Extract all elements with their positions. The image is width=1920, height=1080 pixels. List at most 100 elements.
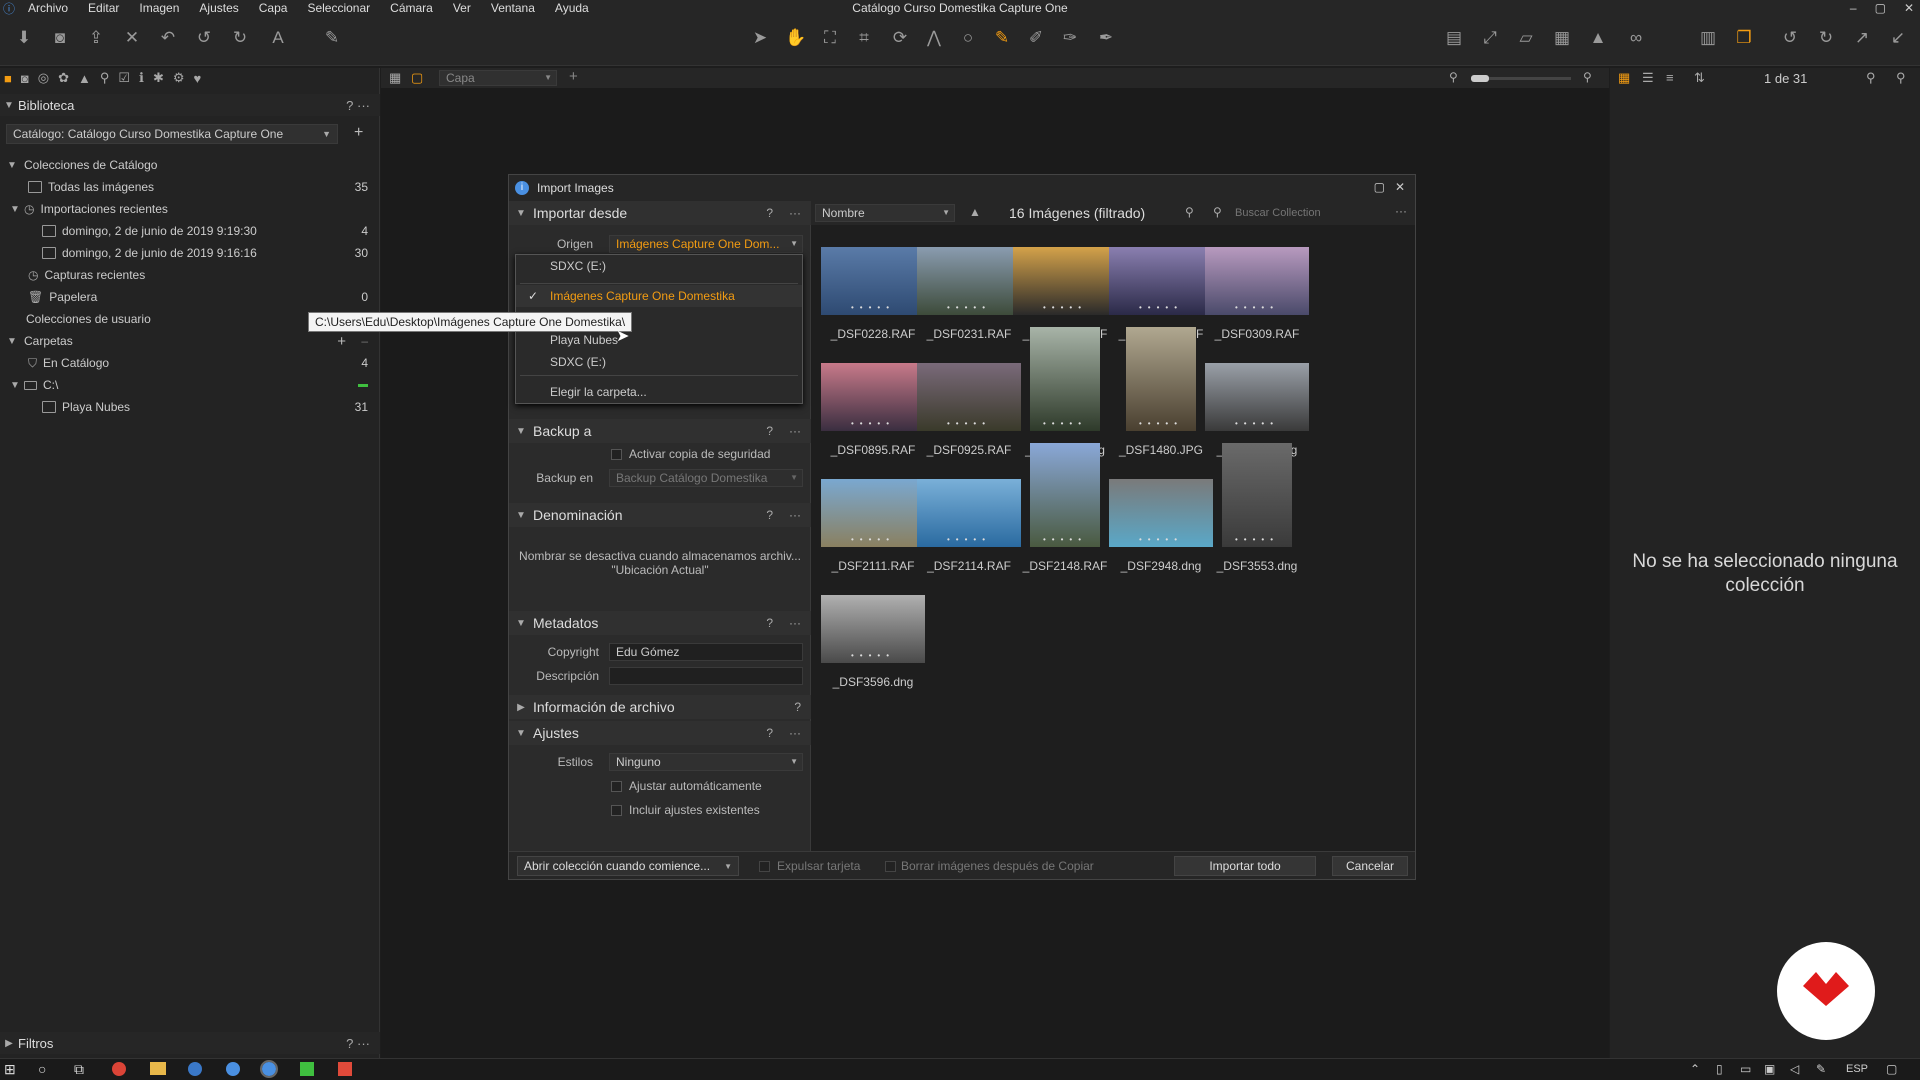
redo-icon[interactable]: ↻ [228,26,252,50]
sort-direction-icon[interactable]: ▲ [969,205,981,219]
capture-one-active-icon[interactable] [260,1060,278,1078]
usb-icon[interactable]: ▯ [1716,1062,1723,1076]
origin-option-capture-one-domestika[interactable]: ✓ Imágenes Capture One Domestika [516,285,802,307]
styles-select[interactable]: Ninguno ▼ [609,753,803,771]
pan-tool-icon[interactable]: ✋ [784,26,808,50]
catalog-collections-header[interactable]: ▼ Colecciones de Catálogo [0,154,380,176]
help-icon[interactable]: ? [766,508,773,522]
rating-dots[interactable]: ••••• [1109,303,1213,312]
more-icon[interactable]: ··· [1395,204,1407,218]
thumbnail-item[interactable]: ••••• _DSF1480.JPG [1109,327,1213,463]
exposure-tab-icon[interactable]: ▲ [78,71,91,86]
help-icon[interactable]: ? [766,424,773,438]
menu-ajustes[interactable]: Ajustes [189,0,248,16]
thumbnail-image[interactable] [1030,327,1100,431]
origin-select[interactable]: Imágenes Capture One Dom... ▼ [609,235,803,253]
menu-camara[interactable]: Cámara [380,0,443,16]
outlook-icon[interactable] [188,1062,202,1076]
viewer-icon[interactable]: ▤ [1442,26,1466,50]
rating-dots[interactable]: ••••• [1013,419,1117,428]
volume-icon[interactable]: ◁ [1790,1062,1799,1076]
more-icon[interactable]: ··· [789,424,801,438]
favorites-tab-icon[interactable]: ♥ [194,71,202,86]
zoom-in-icon[interactable]: ⚲ [1583,70,1592,84]
delete-after-copy-checkbox[interactable] [885,861,896,872]
rating-dots[interactable]: ••••• [1109,419,1213,428]
grid-icon[interactable]: ▦ [1550,26,1574,50]
edit-icon[interactable]: ✎ [320,26,344,50]
menu-ventana[interactable]: Ventana [481,0,545,16]
thumbnail-image[interactable] [1222,443,1292,547]
folders-header[interactable]: ▼ Carpetas + – [0,330,380,352]
rating-dots[interactable]: ••••• [1013,303,1117,312]
battery-icon[interactable]: ▭ [1740,1062,1751,1076]
thumbnail-image[interactable] [1126,327,1196,431]
metadata-header[interactable]: ▼ Metadatos ? ··· [509,611,811,635]
spot-tool-icon[interactable]: ○ [956,26,980,50]
keystone-tool-icon[interactable]: ⋀ [922,26,946,50]
capture-tab-icon[interactable]: ◙ [21,71,29,86]
library-header[interactable]: ▼ Biblioteca ? ··· [0,94,380,116]
loupe-tool-icon[interactable]: ⛶ [818,26,842,50]
more-icon[interactable]: ··· [789,206,801,220]
search-icon[interactable]: ⚲ [1896,70,1906,86]
crop-tool-icon[interactable]: ⌗ [852,26,876,50]
collection-recent-imports[interactable]: ▼ ◷ Importaciones recientes [0,198,380,220]
thumbnail-item[interactable]: ••••• _DSF2948.dng [1109,479,1213,579]
zoom-out-icon[interactable]: ⚲ [1449,70,1458,84]
sort-icon[interactable]: ⇅ [1694,70,1705,86]
picker-tool-icon[interactable]: ✒ [1094,26,1118,50]
undo-icon[interactable]: ↺ [192,26,216,50]
network-icon[interactable]: ▣ [1764,1062,1775,1076]
add-folder-button[interactable]: + [337,333,346,350]
add-catalog-button[interactable]: + [354,124,363,142]
open-collection-select[interactable]: Abrir colección cuando comience... ▼ [517,856,739,876]
catalog-select[interactable]: Catálogo: Catálogo Curso Domestika Captu… [6,124,338,144]
brush-tool-icon[interactable]: ✎ [990,26,1014,50]
thumbnail-item[interactable]: ••••• _DSF3596.dng [821,595,925,695]
delete-icon[interactable]: ✕ [120,26,144,50]
batch-tab-icon[interactable]: ⚙ [173,70,185,86]
eraser-tool-icon[interactable]: ✐ [1024,26,1048,50]
menu-capa[interactable]: Capa [249,0,298,16]
pen-icon[interactable]: ✎ [1816,1062,1826,1076]
proof-icon[interactable]: ▱ [1514,26,1538,50]
backup-location-select[interactable]: Backup Catálogo Domestika ▼ [609,469,803,487]
import-icon[interactable]: ⬇ [12,26,36,50]
list-view-icon[interactable]: ☰ [1642,70,1654,86]
library-tab-icon[interactable]: ■ [4,71,12,86]
thumbnail-item[interactable]: ••••• _DSF0309.RAF [1205,247,1309,347]
tray-chevron-icon[interactable]: ⌃ [1690,1062,1700,1076]
maximize-button[interactable]: ▢ [1875,0,1886,16]
cursor-tool-icon[interactable]: ➤ [748,26,772,50]
color-tab-icon[interactable]: ✿ [58,70,69,86]
zoom-slider[interactable] [1471,75,1571,82]
auto-adjust-checkbox[interactable] [611,781,622,792]
apply-down-icon[interactable]: ↙ [1886,26,1910,50]
help-icon[interactable]: ? [766,726,773,740]
camera-icon[interactable]: ◙ [48,26,72,50]
rating-dots[interactable]: ••••• [1205,303,1309,312]
menu-imagen[interactable]: Imagen [129,0,189,16]
apply-up-icon[interactable]: ↗ [1850,26,1874,50]
rating-dots[interactable]: ••••• [917,419,1021,428]
folder-playa-nubes[interactable]: Playa Nubes 31 [0,396,380,418]
enable-backup-checkbox[interactable] [611,449,622,460]
export-icon[interactable]: ⇪ [84,26,108,50]
copy-adjustments-icon[interactable]: ❐ [1732,26,1756,50]
remove-folder-button[interactable]: – [361,334,368,348]
thumbnail-image[interactable] [1030,443,1100,547]
grid-view-icon[interactable]: ▦ [389,70,401,86]
help-icon[interactable]: ? [794,700,801,714]
app-red-icon[interactable] [338,1062,352,1076]
app-green-icon[interactable] [300,1062,314,1076]
compare-icon[interactable]: ▥ [1696,26,1720,50]
collection-trash[interactable]: 🗑 Papelera 0 [0,286,380,308]
rotate-tool-icon[interactable]: ⟳ [888,26,912,50]
collection-import-1[interactable]: domingo, 2 de junio de 2019 9:19:30 4 [0,220,380,242]
collection-recent-captures[interactable]: ◷ Capturas recientes [0,264,380,286]
minimize-button[interactable]: – [1850,0,1857,16]
layer-select[interactable]: Capa ▼ [439,70,557,86]
include-existing-checkbox[interactable] [611,805,622,816]
rating-dots[interactable]: ••••• [821,535,925,544]
